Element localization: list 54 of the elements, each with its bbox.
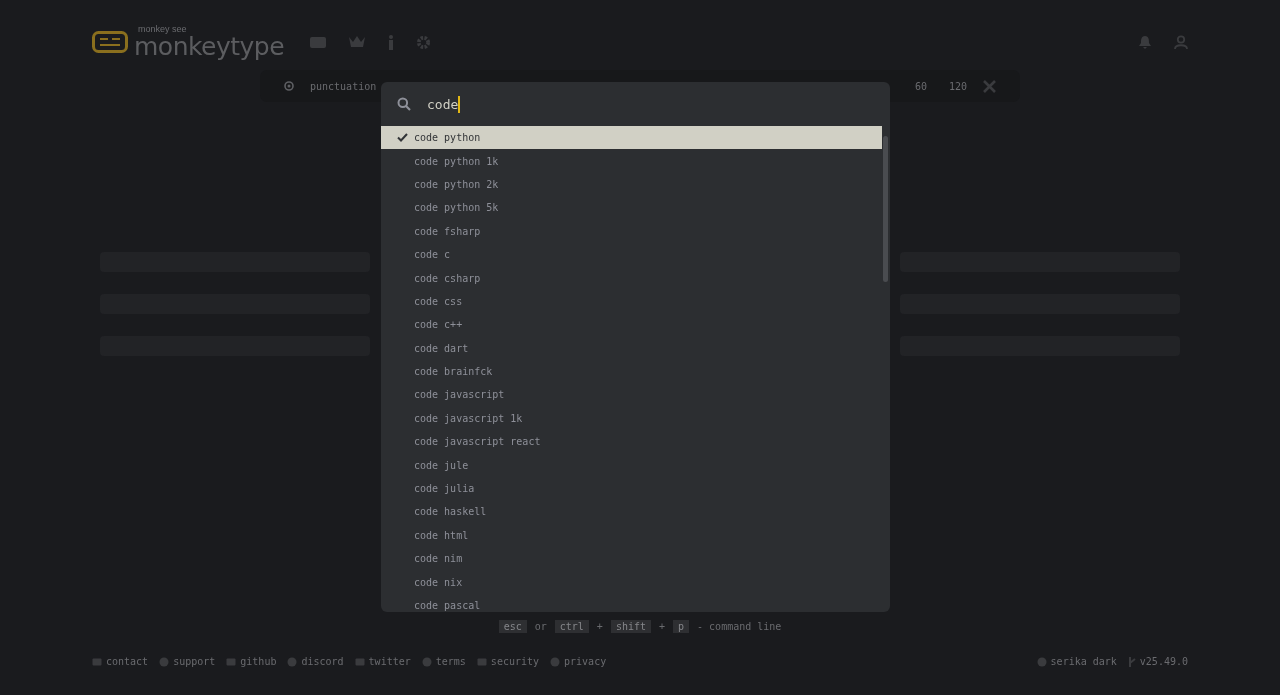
- branch-icon: [1127, 656, 1136, 667]
- command-item[interactable]: code javascript: [381, 383, 882, 407]
- config-option[interactable]: 120: [942, 80, 973, 92]
- logo-tagline: monkey see: [138, 25, 188, 34]
- footer-link[interactable]: privacy: [550, 656, 607, 667]
- command-item[interactable]: code html: [381, 523, 882, 548]
- footer-link[interactable]: discord: [287, 656, 344, 667]
- command-item[interactable]: code fsharp: [381, 219, 882, 243]
- command-item[interactable]: code csharp: [381, 266, 882, 290]
- footer-link[interactable]: security: [476, 656, 540, 667]
- command-item[interactable]: code c: [381, 242, 882, 267]
- command-item[interactable]: code c++: [381, 313, 882, 337]
- crown-icon[interactable]: [348, 35, 367, 49]
- notification-icon[interactable]: [1138, 34, 1152, 50]
- config-option[interactable]: 60: [908, 80, 933, 92]
- command-item[interactable]: code dart: [381, 336, 882, 360]
- footer-link[interactable]: terms: [421, 656, 466, 667]
- info-icon[interactable]: [388, 34, 395, 50]
- command-item[interactable]: code javascript 1k: [381, 406, 882, 431]
- settings-icon[interactable]: [416, 34, 432, 50]
- search-icon: [397, 97, 411, 111]
- logo-icon: [92, 31, 128, 53]
- key-label: p: [673, 620, 690, 633]
- command-item[interactable]: code javascript react: [381, 430, 882, 454]
- search-field[interactable]: code: [381, 82, 890, 126]
- hint-text: +: [659, 621, 665, 632]
- command-item[interactable]: code css: [381, 289, 882, 314]
- check-icon: [397, 133, 408, 143]
- user-icon[interactable]: [1174, 34, 1188, 50]
- command-item[interactable]: code python 5k: [381, 196, 882, 220]
- command-item[interactable]: code jule: [381, 453, 882, 477]
- key-label: shift: [610, 620, 651, 633]
- version-link[interactable]: v25.49.0: [1127, 656, 1188, 667]
- hint-text: +: [596, 621, 603, 632]
- footer-link[interactable]: contact: [92, 656, 149, 667]
- command-item[interactable]: code pascal: [381, 593, 882, 612]
- hint-text: - command line: [697, 621, 782, 632]
- footer-link[interactable]: github: [226, 656, 277, 667]
- key-label: esc: [498, 620, 527, 633]
- logo-text: monkeytype: [134, 34, 285, 59]
- footer-link[interactable]: support: [159, 656, 216, 667]
- key-label: ctrl: [554, 620, 589, 633]
- command-item[interactable]: code python: [381, 126, 882, 150]
- command-item[interactable]: code python 2k: [381, 172, 882, 197]
- command-item[interactable]: code nix: [381, 570, 882, 594]
- command-item[interactable]: code haskell: [381, 500, 882, 524]
- footer-link[interactable]: twitter: [354, 656, 411, 667]
- command-item[interactable]: code julia: [381, 476, 882, 501]
- command-item[interactable]: code python 1k: [381, 149, 882, 173]
- command-item[interactable]: code brainfck: [381, 359, 882, 384]
- theme-link[interactable]: serika dark: [1036, 656, 1117, 667]
- config-option[interactable]: punctuation: [304, 80, 383, 92]
- hint-text: or: [534, 621, 547, 632]
- command-item[interactable]: code nim: [381, 547, 882, 571]
